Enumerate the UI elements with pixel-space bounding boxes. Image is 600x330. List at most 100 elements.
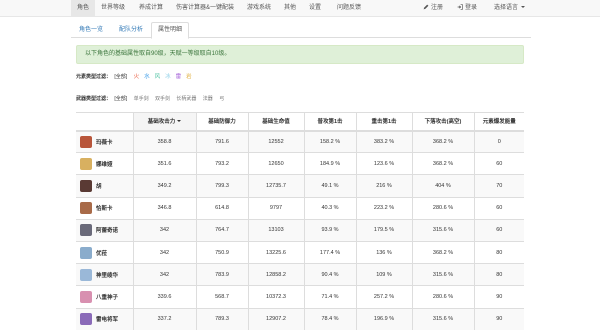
plunge-attack-cell: 368.2 % [411, 152, 474, 175]
avatar[interactable] [80, 268, 92, 281]
weapon-filter-claymore[interactable]: 双手剑 [155, 96, 170, 102]
weapon-filter-bow[interactable]: 弓 [219, 96, 224, 102]
tab-team-analysis[interactable]: 配队分析 [119, 23, 143, 38]
charged-attack-cell: 383.2 % [355, 129, 412, 153]
nav-item-damage-calc[interactable]: 伤害计算器&一键配装 [176, 0, 234, 16]
avatar[interactable] [80, 290, 92, 303]
charged-attack-cell: 216 % [355, 174, 412, 198]
character-name[interactable]: 优菈 [96, 249, 107, 257]
element-filter-all[interactable]: [全部] [114, 74, 127, 80]
nav-item-game-system[interactable]: 游戏系统 [247, 0, 271, 16]
plunge-attack-cell: 368.2 % [411, 129, 474, 153]
character-cell: 优菈 [76, 240, 133, 264]
charged-attack-cell: 123.6 % [355, 152, 412, 175]
character-name[interactable]: 恰斯卡 [96, 204, 113, 212]
plunge-attack-cell: 404 % [411, 174, 474, 198]
table-row: 玛薇卡 358.8 791.6 12552 158.2 % 383.2 % 368.2 % 0 [76, 129, 524, 153]
header-base-hp[interactable]: 基础生命值 [247, 112, 304, 132]
base-hp-cell: 10372.3 [247, 285, 304, 308]
plunge-attack-cell: 368.2 % [411, 240, 474, 264]
login-icon [457, 3, 463, 10]
character-name[interactable]: 阿蕾奇诺 [96, 226, 118, 234]
character-cell: 阿蕾奇诺 [76, 218, 133, 242]
nav-item-cultivation-calc[interactable]: 养成计算 [139, 0, 163, 16]
avatar[interactable] [80, 179, 92, 192]
weapon-filter-all[interactable]: [全部] [114, 96, 127, 102]
table-row: 恰斯卡 346.8 614.8 9797 40.3 % 223.2 % 280.6 % 60 [76, 196, 524, 220]
table-row: 雷电将军 337.2 789.3 12907.2 78.4 % 196.9 % 315.6 … [76, 307, 524, 330]
header-base-def[interactable]: 基础防御力 [195, 112, 248, 132]
avatar[interactable] [80, 202, 92, 215]
weapon-filter-sword[interactable]: 单手剑 [134, 96, 149, 102]
normal-attack-cell: 90.4 % [303, 263, 356, 286]
nav-item-world-level[interactable]: 世界等级 [101, 0, 125, 16]
burst-energy-cell: 70 [473, 174, 524, 198]
base-hp-cell: 13225.6 [247, 240, 304, 264]
tab-character-overview[interactable]: 角色一览 [79, 23, 103, 38]
header-burst-energy[interactable]: 元素爆发能量 [473, 112, 524, 132]
avatar[interactable] [80, 224, 92, 237]
character-name[interactable]: 神里绫华 [96, 271, 118, 279]
burst-energy-cell: 60 [473, 196, 524, 220]
avatar[interactable] [80, 157, 92, 170]
base-atk-cell: 342 [132, 218, 196, 242]
base-atk-cell: 342 [132, 240, 196, 264]
character-cell: 玛薇卡 [76, 129, 133, 153]
base-def-cell: 568.7 [195, 285, 248, 308]
element-filter-icon[interactable]: 水 [144, 72, 150, 82]
avatar[interactable] [80, 313, 92, 326]
character-name[interactable]: 八重神子 [96, 293, 118, 301]
language-dropdown[interactable]: 选择语言 [494, 0, 526, 16]
base-def-cell: 764.7 [195, 218, 248, 242]
plunge-attack-cell: 280.6 % [411, 196, 474, 220]
info-notice: 以下角色的基础属性取自90级，天赋一等级取自10级。 [76, 45, 524, 64]
element-filter-icon[interactable]: 冰 [165, 72, 171, 82]
header-plunge-attack-high[interactable]: 下落攻击(高空) [411, 112, 474, 132]
login-label: 登录 [465, 5, 478, 11]
table-row: 胡 349.2 799.3 12735.7 49.1 % 216 % 404 % 70 [76, 174, 524, 198]
base-atk-cell: 342 [132, 263, 196, 286]
element-filter-icon[interactable]: 风 [155, 72, 161, 82]
element-filter-icon[interactable]: 雷 [176, 72, 182, 82]
element-filter-label: 元素类型过滤： [76, 74, 112, 80]
weapon-filter-polearm[interactable]: 长柄武器 [176, 96, 196, 102]
header-base-atk[interactable]: 基础攻击力 [132, 112, 196, 132]
top-navbar: 角色 世界等级 养成计算 伤害计算器&一键配装 游戏系统 其他 设置 问题反馈 … [0, 0, 600, 17]
weapon-filter-catalyst[interactable]: 法器 [203, 96, 213, 102]
character-cell: 恰斯卡 [76, 196, 133, 220]
normal-attack-cell: 40.3 % [303, 196, 356, 220]
element-filter-icon[interactable]: 岩 [186, 72, 192, 82]
tab-attribute-details[interactable]: 属性明细 [151, 22, 189, 39]
character-name[interactable]: 玛薇卡 [96, 138, 113, 146]
table-row: 八重神子 339.6 568.7 10372.3 71.4 % 257.2 % 280.6 … [76, 285, 524, 308]
nav-item-settings[interactable]: 设置 [309, 0, 321, 16]
nav-item-other[interactable]: 其他 [284, 0, 296, 16]
charged-attack-cell: 223.2 % [355, 196, 412, 220]
base-def-cell: 793.2 [195, 152, 248, 175]
normal-attack-cell: 49.1 % [303, 174, 356, 198]
header-normal-attack-1[interactable]: 普攻第1击 [303, 112, 356, 132]
normal-attack-cell: 93.9 % [303, 218, 356, 242]
register-link[interactable]: 注册 [423, 0, 443, 16]
base-atk-cell: 349.2 [132, 174, 196, 198]
character-name[interactable]: 胡 [96, 182, 102, 190]
register-label: 注册 [431, 5, 444, 11]
character-cell: 娜维娅 [76, 152, 133, 175]
base-def-cell: 791.6 [195, 129, 248, 153]
character-name[interactable]: 雷电将军 [96, 315, 118, 323]
avatar[interactable] [80, 135, 92, 148]
burst-energy-cell: 80 [473, 240, 524, 264]
charged-attack-cell: 109 % [355, 263, 412, 286]
weapon-filter-label: 武器类型过滤： [76, 96, 112, 102]
avatar[interactable] [80, 246, 92, 259]
nav-item-characters[interactable]: 角色 [71, 0, 95, 16]
character-name[interactable]: 娜维娅 [96, 160, 113, 168]
login-link[interactable]: 登录 [457, 0, 477, 16]
pencil-icon [423, 4, 429, 9]
base-atk-cell: 351.6 [132, 152, 196, 175]
nav-item-feedback[interactable]: 问题反馈 [337, 0, 361, 16]
element-filter-icon[interactable]: 火 [134, 72, 140, 82]
character-cell: 八重神子 [76, 285, 133, 308]
header-charged-attack-1[interactable]: 重击第1击 [355, 112, 412, 132]
header-base-atk-label: 基础攻击力 [147, 119, 176, 126]
